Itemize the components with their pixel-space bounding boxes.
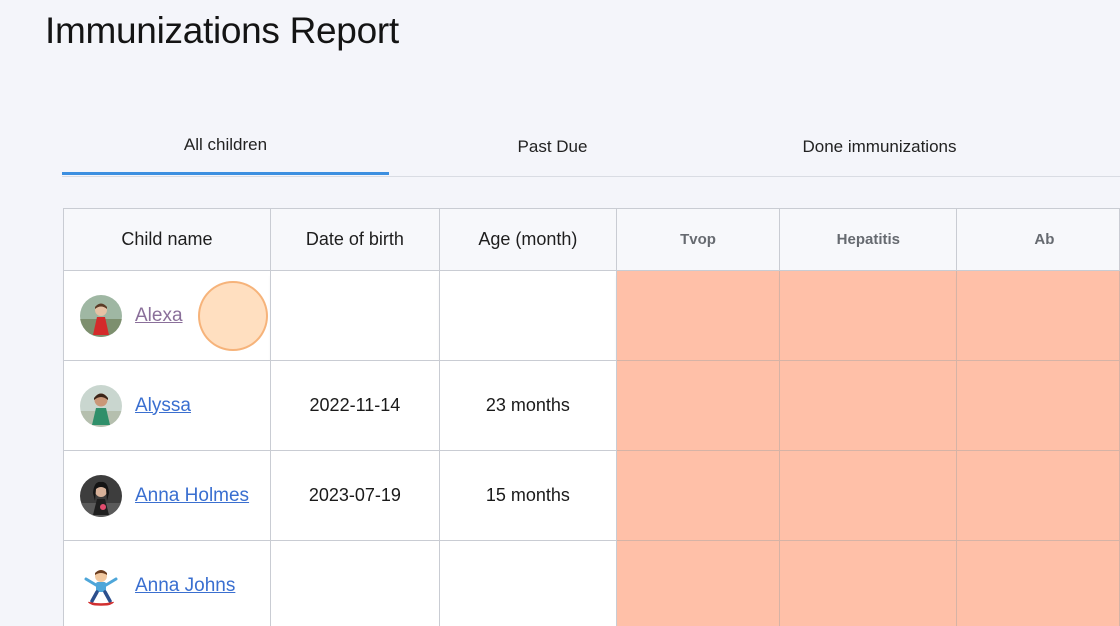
child-avatar-photo[interactable] bbox=[80, 384, 122, 427]
vaccine-status-cell-hepatitis bbox=[779, 360, 958, 451]
column-header-date-of-birth[interactable]: Date of birth bbox=[269, 208, 440, 271]
vaccine-status-cell-tvop bbox=[615, 540, 781, 626]
column-header-age[interactable]: Age (month) bbox=[438, 208, 617, 271]
child-name-cell: Alyssa bbox=[63, 360, 271, 451]
vaccine-status-cell-ab bbox=[956, 450, 1120, 541]
age-cell bbox=[438, 540, 617, 626]
column-header-vaccine-tvop: Tvop bbox=[615, 208, 781, 271]
vaccine-status-cell-ab bbox=[956, 270, 1120, 361]
date-of-birth-cell: 2023-07-19 bbox=[269, 450, 440, 541]
table-row: Alyssa 2022-11-14 23 months bbox=[63, 360, 1120, 451]
child-name-link[interactable]: Alexa bbox=[135, 305, 183, 327]
immunizations-page: Immunizations Report All children Past D… bbox=[0, 0, 1120, 626]
child-name-cell: Anna Johns bbox=[63, 540, 271, 626]
vaccine-status-cell-tvop bbox=[615, 360, 781, 451]
column-header-child-name[interactable]: Child name bbox=[63, 208, 271, 271]
child-name-link[interactable]: Anna Holmes bbox=[135, 485, 249, 507]
child-avatar-photo[interactable] bbox=[80, 474, 122, 517]
date-of-birth-cell bbox=[269, 540, 440, 626]
table-row: Anna Johns bbox=[63, 540, 1120, 626]
page-title: Immunizations Report bbox=[45, 10, 399, 51]
age-cell: 23 months bbox=[438, 360, 617, 451]
tab-bar: All children Past Due Done immunizations bbox=[62, 118, 1120, 177]
age-cell bbox=[438, 270, 617, 361]
tab-past-due[interactable]: Past Due bbox=[389, 118, 716, 175]
vaccine-status-cell-ab bbox=[956, 360, 1120, 451]
immunizations-table: Child name Date of birth Age (month) Tvo… bbox=[63, 208, 1120, 626]
child-avatar-cartoon[interactable] bbox=[80, 564, 122, 607]
tab-done-immunizations[interactable]: Done immunizations bbox=[716, 118, 1043, 175]
child-name-cell: Anna Holmes bbox=[63, 450, 271, 541]
table-row: Alexa bbox=[63, 270, 1120, 361]
vaccine-status-cell-tvop bbox=[615, 450, 781, 541]
child-name-link[interactable]: Alyssa bbox=[135, 395, 191, 417]
child-name-link[interactable]: Anna Johns bbox=[135, 575, 235, 597]
date-of-birth-cell bbox=[269, 270, 440, 361]
vaccine-status-cell-hepatitis bbox=[779, 540, 958, 626]
table-row: Anna Holmes 2023-07-19 15 months bbox=[63, 450, 1120, 541]
child-name-cell: Alexa bbox=[63, 270, 271, 361]
click-highlight-indicator bbox=[198, 280, 268, 351]
vaccine-status-cell-hepatitis bbox=[779, 450, 958, 541]
immunizations-table-wrapper: Child name Date of birth Age (month) Tvo… bbox=[63, 208, 1120, 626]
child-avatar-photo[interactable] bbox=[80, 294, 122, 337]
vaccine-status-cell-tvop bbox=[615, 270, 781, 361]
column-header-vaccine-hepatitis: Hepatitis bbox=[779, 208, 958, 271]
date-of-birth-cell: 2022-11-14 bbox=[269, 360, 440, 451]
tab-all-children[interactable]: All children bbox=[62, 118, 389, 175]
vaccine-status-cell-ab bbox=[956, 540, 1120, 626]
table-header-row: Child name Date of birth Age (month) Tvo… bbox=[63, 208, 1120, 271]
vaccine-status-cell-hepatitis bbox=[779, 270, 958, 361]
age-cell: 15 months bbox=[438, 450, 617, 541]
column-header-vaccine-ab: Ab bbox=[956, 208, 1120, 271]
